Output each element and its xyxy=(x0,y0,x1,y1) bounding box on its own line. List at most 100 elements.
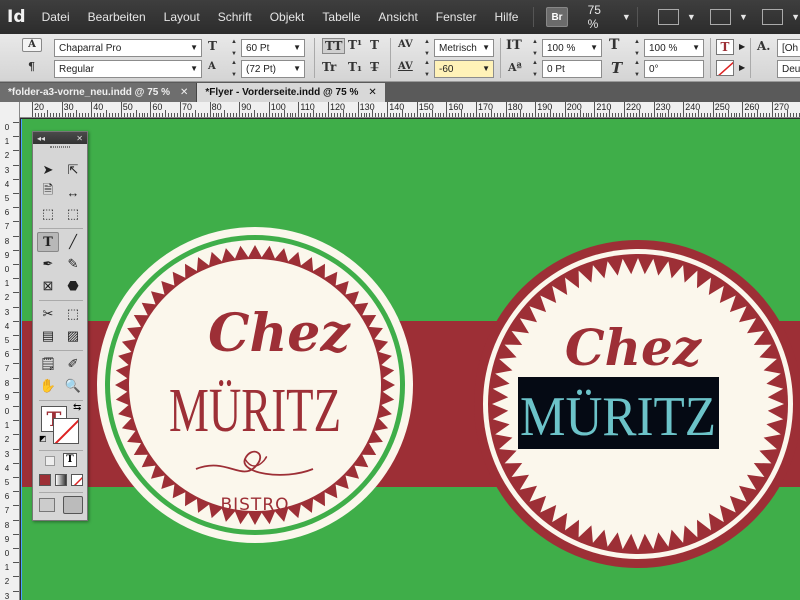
zoom-tool-icon[interactable]: 🔍 xyxy=(62,376,84,396)
tab-folder-a3[interactable]: *folder-a3-vorne_neu.indd @ 75 % ✕ xyxy=(0,83,198,102)
zoom-dropdown-icon[interactable]: ▼ xyxy=(622,12,631,22)
baseline-shift-field[interactable]: 0 Pt xyxy=(542,60,602,78)
view-options-icon[interactable] xyxy=(657,9,679,25)
free-transform-tool-icon[interactable]: ⬚ xyxy=(62,304,84,324)
menu-hilfe[interactable]: Hilfe xyxy=(485,10,527,24)
line-tool-icon[interactable]: ╱ xyxy=(62,232,84,252)
kerning-field[interactable]: Metrisch ▼ xyxy=(434,39,494,57)
left-bistro-text[interactable]: BISTRO xyxy=(220,495,289,515)
tab-flyer-vorderseite[interactable]: *Flyer - Vorderseite.indd @ 75 % ✕ xyxy=(197,83,385,102)
chevron-down-icon[interactable]: ▼ xyxy=(293,64,301,73)
content-placer-icon[interactable]: ⬚ xyxy=(62,204,84,224)
chevron-down-icon[interactable]: ▼ xyxy=(692,43,700,52)
right-chez-text[interactable]: Chez xyxy=(565,318,703,377)
apply-color-icon[interactable] xyxy=(39,474,51,486)
normal-view-icon[interactable] xyxy=(39,498,55,512)
page-tool-icon[interactable]: 🗎 xyxy=(37,182,59,202)
paragraph-mode-icon[interactable]: ¶ xyxy=(28,60,35,73)
content-collector-icon[interactable]: ⬚ xyxy=(37,204,59,224)
zoom-level[interactable]: 75 % xyxy=(588,3,614,31)
swap-colors-icon[interactable]: ⇆ xyxy=(73,402,81,413)
preview-mode-icon[interactable] xyxy=(63,496,83,514)
polygon-tool-icon[interactable]: ⬣ xyxy=(62,276,84,296)
apply-gradient-icon[interactable] xyxy=(55,474,67,486)
apply-none-icon[interactable] xyxy=(71,474,83,486)
right-badge[interactable]: Chez MÜRITZ xyxy=(474,240,800,568)
skew-stepper[interactable]: ▲ ▼ xyxy=(632,60,642,78)
menu-bearbeiten[interactable]: Bearbeiten xyxy=(79,10,155,24)
left-badge[interactable]: Chez MÜRITZ BISTRO xyxy=(97,227,413,543)
chevron-down-icon[interactable]: ▼ xyxy=(190,43,198,52)
underline-icon[interactable]: T xyxy=(370,38,379,52)
leading-stepper[interactable]: ▲ ▼ xyxy=(229,60,239,78)
text-fill-swatch-icon[interactable]: T xyxy=(716,39,734,55)
skew-field[interactable]: 0° xyxy=(644,60,704,78)
gradient-feather-tool-icon[interactable]: ▨ xyxy=(62,326,84,346)
close-icon[interactable]: ✕ xyxy=(180,87,188,98)
menu-layout[interactable]: Layout xyxy=(155,10,209,24)
collapse-panel-icon[interactable]: ◂◂ xyxy=(37,134,45,143)
eyedropper-tool-icon[interactable]: ✐ xyxy=(62,354,84,374)
chevron-down-icon[interactable]: ▼ xyxy=(590,43,598,52)
scissors-tool-icon[interactable]: ✂ xyxy=(37,304,59,324)
font-style-field[interactable]: Regular ▼ xyxy=(54,60,202,78)
bridge-button[interactable]: Br xyxy=(546,7,568,27)
menu-tabelle[interactable]: Tabelle xyxy=(313,10,369,24)
view-dropdown-icon[interactable]: ▼ xyxy=(687,12,696,22)
close-icon[interactable]: ✕ xyxy=(76,134,83,143)
stroke-dropdown-icon[interactable]: ▶ xyxy=(739,63,745,72)
note-tool-icon[interactable]: 🗒 xyxy=(37,354,59,374)
chevron-down-icon[interactable]: ▼ xyxy=(190,64,198,73)
arrange-documents-icon[interactable] xyxy=(761,9,784,25)
left-muritz-text[interactable]: MÜRITZ xyxy=(169,377,341,445)
menu-datei[interactable]: Datei xyxy=(33,10,79,24)
chevron-down-icon[interactable]: ▼ xyxy=(482,43,490,52)
character-style-field[interactable]: [Oh xyxy=(777,39,800,57)
screen-mode-icon[interactable] xyxy=(709,9,731,25)
chevron-down-icon[interactable]: ▼ xyxy=(482,64,490,73)
font-size-field[interactable]: 60 Pt ▼ xyxy=(241,39,305,57)
vertical-ruler[interactable]: 01234567890123456789012345678901234 xyxy=(0,102,20,600)
app-logo[interactable]: Id xyxy=(0,0,33,34)
screen-mode-dropdown-icon[interactable]: ▼ xyxy=(739,12,748,22)
vertical-scale-stepper[interactable]: ▲ ▼ xyxy=(530,39,540,57)
baseline-shift-stepper[interactable]: ▲ ▼ xyxy=(530,60,540,78)
tools-panel-header[interactable]: ◂◂ ✕ xyxy=(33,132,87,144)
all-caps-icon[interactable]: TT xyxy=(322,38,346,54)
rectangle-frame-tool-icon[interactable]: ⊠ xyxy=(37,276,59,296)
font-family-field[interactable]: Chaparral Pro ▼ xyxy=(54,39,202,57)
vertical-scale-field[interactable]: 100 % ▼ xyxy=(542,39,602,57)
subscript-icon[interactable]: T₁ xyxy=(348,60,362,74)
direct-selection-tool-icon[interactable]: ⇱ xyxy=(62,160,84,180)
character-mode-icon[interactable]: A xyxy=(22,38,42,52)
formatting-container-icon[interactable] xyxy=(45,456,55,466)
document-canvas[interactable]: Chez MÜRITZ BISTRO Chez MÜRITZ xyxy=(21,119,800,600)
gap-tool-icon[interactable]: ↔ xyxy=(62,182,84,202)
language-field[interactable]: Deu xyxy=(777,60,800,78)
left-chez-text[interactable]: Chez xyxy=(208,303,351,364)
horizontal-scale-stepper[interactable]: ▲ ▼ xyxy=(632,39,642,57)
small-caps-icon[interactable]: Tr xyxy=(322,60,336,74)
hand-tool-icon[interactable]: ✋ xyxy=(37,376,59,396)
arrange-dropdown-icon[interactable]: ▼ xyxy=(791,12,800,22)
menu-fenster[interactable]: Fenster xyxy=(427,10,486,24)
formatting-text-icon[interactable]: T xyxy=(63,453,77,467)
type-tool-icon[interactable]: T xyxy=(37,232,59,252)
kerning-stepper[interactable]: ▲ ▼ xyxy=(422,39,432,57)
strikethrough-icon[interactable]: T̶ xyxy=(370,60,379,74)
fill-dropdown-icon[interactable]: ▶ xyxy=(739,42,745,51)
tracking-stepper[interactable]: ▲ ▼ xyxy=(422,60,432,78)
stroke-swatch-icon[interactable] xyxy=(716,60,734,76)
superscript-icon[interactable]: T¹ xyxy=(348,38,362,52)
menu-objekt[interactable]: Objekt xyxy=(261,10,314,24)
leading-field[interactable]: (72 Pt) ▼ xyxy=(241,60,305,78)
gradient-swatch-tool-icon[interactable]: ▤ xyxy=(37,326,59,346)
chevron-down-icon[interactable]: ▼ xyxy=(293,43,301,52)
right-muritz-text[interactable]: MÜRITZ xyxy=(520,386,716,448)
pen-tool-icon[interactable]: ✒ xyxy=(37,254,59,274)
menu-schrift[interactable]: Schrift xyxy=(209,10,261,24)
menu-ansicht[interactable]: Ansicht xyxy=(369,10,426,24)
tools-panel-grip[interactable] xyxy=(33,144,87,150)
selection-tool-icon[interactable]: ➤ xyxy=(37,160,59,180)
default-colors-icon[interactable]: ◩ xyxy=(39,434,47,443)
